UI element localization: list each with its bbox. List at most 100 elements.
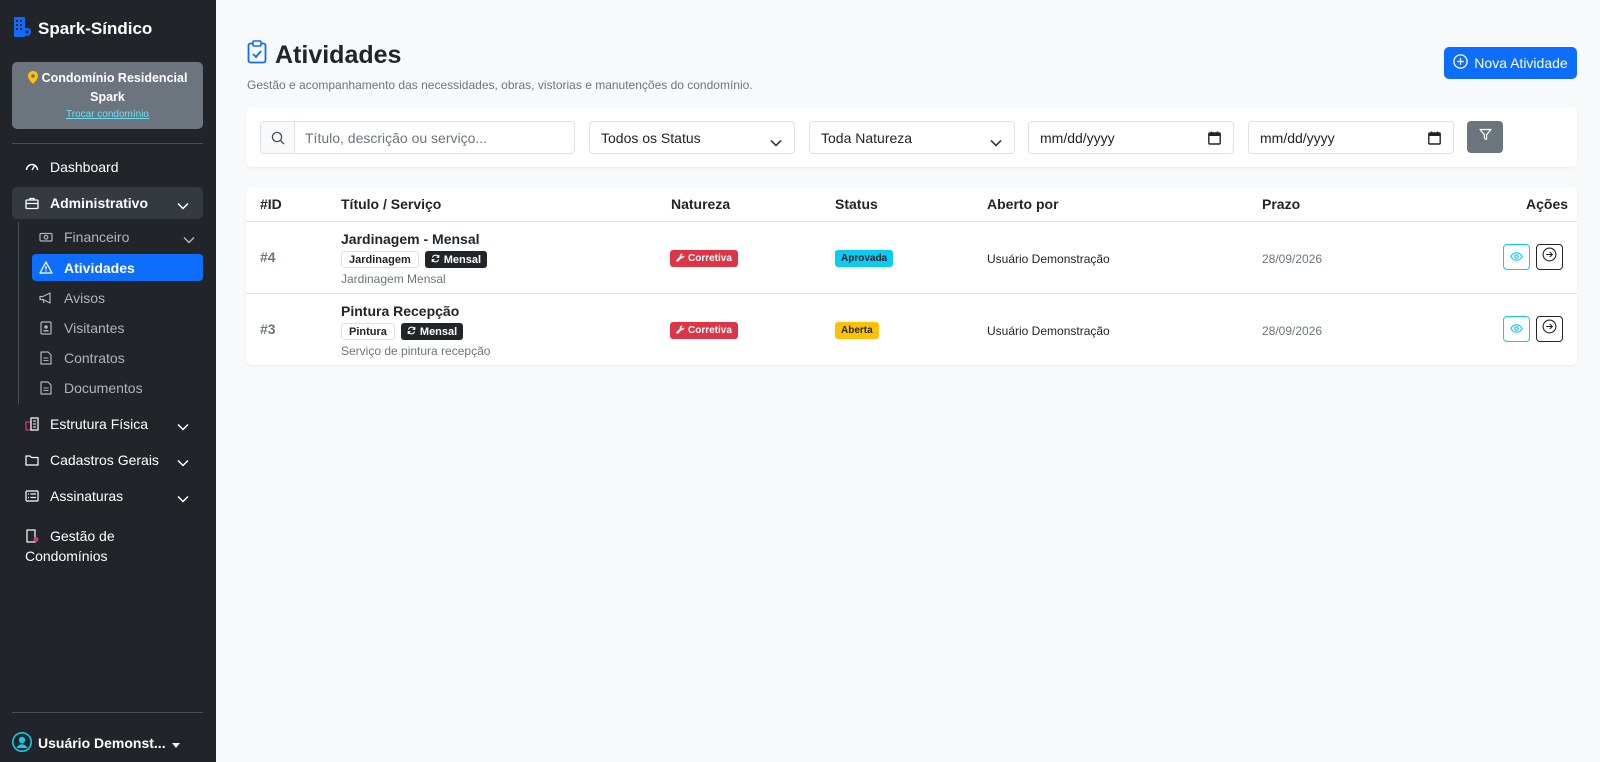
category-tag: Pintura — [341, 323, 395, 340]
filter-card: Todos os Status Toda Natureza mm/dd/yyyy… — [246, 108, 1577, 167]
natureza-select[interactable]: Toda Natureza — [809, 121, 1015, 154]
row-title: Pintura Recepção — [341, 303, 460, 319]
eye-icon — [1510, 248, 1523, 266]
folder-icon — [25, 453, 39, 467]
column-header-natureza: Natureza — [671, 196, 731, 212]
chevron-down-icon — [183, 231, 195, 247]
map-pin-icon — [27, 71, 38, 89]
row-tags: Pintura Mensal — [341, 323, 464, 340]
row-description: Jardinagem Mensal — [341, 272, 446, 286]
sidebar-item-gestao-condominios[interactable]: Gestão de Condomínios — [12, 524, 182, 568]
search-icon — [261, 122, 295, 153]
chevron-down-icon — [177, 490, 189, 506]
repeat-icon — [431, 254, 440, 266]
chevron-down-icon — [990, 134, 1002, 150]
row-deadline: 28/09/2026 — [1262, 252, 1323, 266]
caret-down-icon — [171, 735, 180, 751]
date-to-value: mm/dd/yyyy — [1260, 129, 1335, 146]
open-button[interactable] — [1536, 244, 1563, 270]
new-activity-label: Nova Atividade — [1474, 55, 1568, 71]
calendar-icon[interactable] — [1428, 131, 1441, 148]
status-badge: Aprovada — [835, 250, 894, 267]
recurrence-label: Mensal — [419, 325, 458, 338]
sidebar-subitem-label: Atividades — [64, 259, 135, 276]
brand[interactable]: Spark-Síndico — [12, 16, 152, 42]
status-select[interactable]: Todos os Status — [589, 121, 795, 154]
sidebar-item-label: Cadastros Gerais — [50, 452, 159, 468]
file-text-icon — [39, 380, 53, 395]
table-header-divider — [246, 221, 1577, 222]
view-button[interactable] — [1503, 316, 1530, 342]
repeat-icon — [407, 326, 416, 338]
condo-name: Condomínio Residencial Spark — [41, 71, 188, 104]
id-badge-icon — [39, 320, 53, 335]
column-header-title: Título / Serviço — [341, 196, 442, 212]
user-menu[interactable]: Usuário Demonst... — [12, 731, 180, 755]
plus-circle-icon — [1453, 54, 1469, 72]
building-icon — [25, 417, 39, 431]
open-button[interactable] — [1536, 316, 1563, 342]
row-tags: Jardinagem Mensal — [341, 251, 488, 268]
building-gear-icon — [25, 529, 39, 543]
wrench-icon — [676, 325, 685, 337]
date-to-input[interactable]: mm/dd/yyyy — [1248, 121, 1454, 154]
sidebar-item-assinaturas[interactable]: Assinaturas — [12, 480, 203, 512]
cash-icon — [39, 230, 53, 244]
chevron-down-icon — [177, 418, 189, 434]
sidebar-subitem-label: Financeiro — [64, 228, 130, 245]
sidebar-subitem-label: Contratos — [64, 349, 125, 366]
sidebar-divider — [12, 143, 203, 144]
warning-triangle-icon — [39, 261, 53, 275]
calendar-icon[interactable] — [1208, 131, 1221, 148]
eye-icon — [1510, 320, 1523, 338]
search-group — [260, 121, 575, 154]
table-row-divider — [246, 293, 1577, 294]
nature-label: Corretiva — [688, 325, 732, 336]
chevron-down-icon — [770, 134, 782, 150]
condo-name-wrap: Condomínio Residencial Spark — [12, 70, 203, 106]
nature-badge: Corretiva — [670, 322, 738, 339]
sidebar-subitem-avisos[interactable]: Avisos — [32, 284, 203, 311]
view-button[interactable] — [1503, 244, 1530, 270]
arrow-right-circle-icon — [1542, 247, 1557, 267]
switch-condo-link[interactable]: Trocar condomínio — [12, 109, 203, 120]
card-list-icon — [25, 489, 39, 503]
category-tag: Jardinagem — [341, 251, 419, 268]
search-input[interactable] — [295, 122, 574, 153]
column-header-status: Status — [835, 196, 878, 212]
nature-badge: Corretiva — [670, 250, 738, 267]
sidebar-item-dashboard[interactable]: Dashboard — [12, 151, 203, 183]
nature-label: Corretiva — [688, 253, 732, 264]
chevron-down-icon — [177, 454, 189, 470]
speedometer-icon — [25, 160, 39, 174]
sidebar-item-administrativo[interactable]: Administrativo — [12, 187, 203, 219]
sidebar-item-cadastros-gerais[interactable]: Cadastros Gerais — [12, 444, 203, 476]
funnel-icon — [1478, 128, 1492, 146]
sidebar-subitem-contratos[interactable]: Contratos — [32, 344, 203, 371]
wrench-icon — [676, 253, 685, 265]
sidebar-subitem-atividades[interactable]: Atividades — [32, 254, 203, 281]
sidebar-item-label: Dashboard — [50, 159, 119, 175]
building-icon — [12, 16, 32, 43]
sidebar-item-label: Assinaturas — [50, 488, 124, 504]
megaphone-icon — [39, 291, 53, 305]
sidebar-subitem-documentos[interactable]: Documentos — [32, 374, 203, 401]
sidebar-item-label: Administrativo — [50, 195, 149, 211]
sidebar-divider — [12, 712, 203, 713]
sidebar-subitem-visitantes[interactable]: Visitantes — [32, 314, 203, 341]
sidebar-item-gestao-wrap: Gestão de Condomínios — [25, 526, 182, 566]
row-opened-by: Usuário Demonstração — [987, 324, 1110, 338]
sidebar-subitem-label: Visitantes — [64, 319, 125, 336]
sidebar-subitem-financeiro[interactable]: Financeiro — [32, 223, 203, 250]
date-from-input[interactable]: mm/dd/yyyy — [1028, 121, 1234, 154]
recurrence-tag: Mensal — [424, 251, 488, 268]
page-title: Atividades — [275, 41, 402, 69]
file-text-icon — [39, 350, 53, 365]
user-name: Usuário Demonst... — [38, 735, 166, 751]
apply-filter-button[interactable] — [1467, 121, 1503, 153]
column-header-id: #ID — [260, 196, 282, 212]
status-badge: Aberta — [835, 322, 879, 339]
new-activity-button[interactable]: Nova Atividade — [1444, 47, 1577, 79]
sidebar-item-estrutura-fisica[interactable]: Estrutura Física — [12, 408, 203, 440]
sidebar-subitem-label: Documentos — [64, 379, 143, 396]
